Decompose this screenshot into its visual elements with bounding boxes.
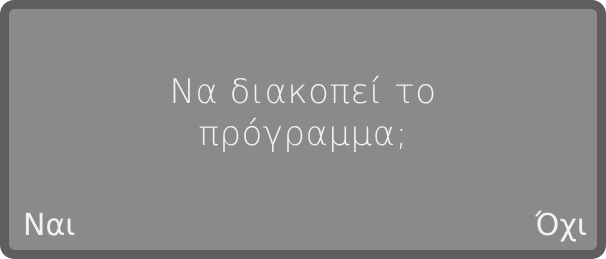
display-screen: Να διακοπεί το πρόγραμμα; Ναι Όχι	[9, 9, 597, 250]
no-option[interactable]: Όχι	[535, 208, 587, 244]
display-bezel: Να διακοπεί το πρόγραμμα; Ναι Όχι	[0, 0, 606, 259]
message-line-1: Να διακοπεί το	[169, 72, 437, 112]
message-line-2: πρόγραμμα;	[198, 114, 408, 154]
yes-option[interactable]: Ναι	[23, 208, 75, 244]
confirmation-message: Να διακοπεί το πρόγραμμα;	[9, 71, 597, 155]
